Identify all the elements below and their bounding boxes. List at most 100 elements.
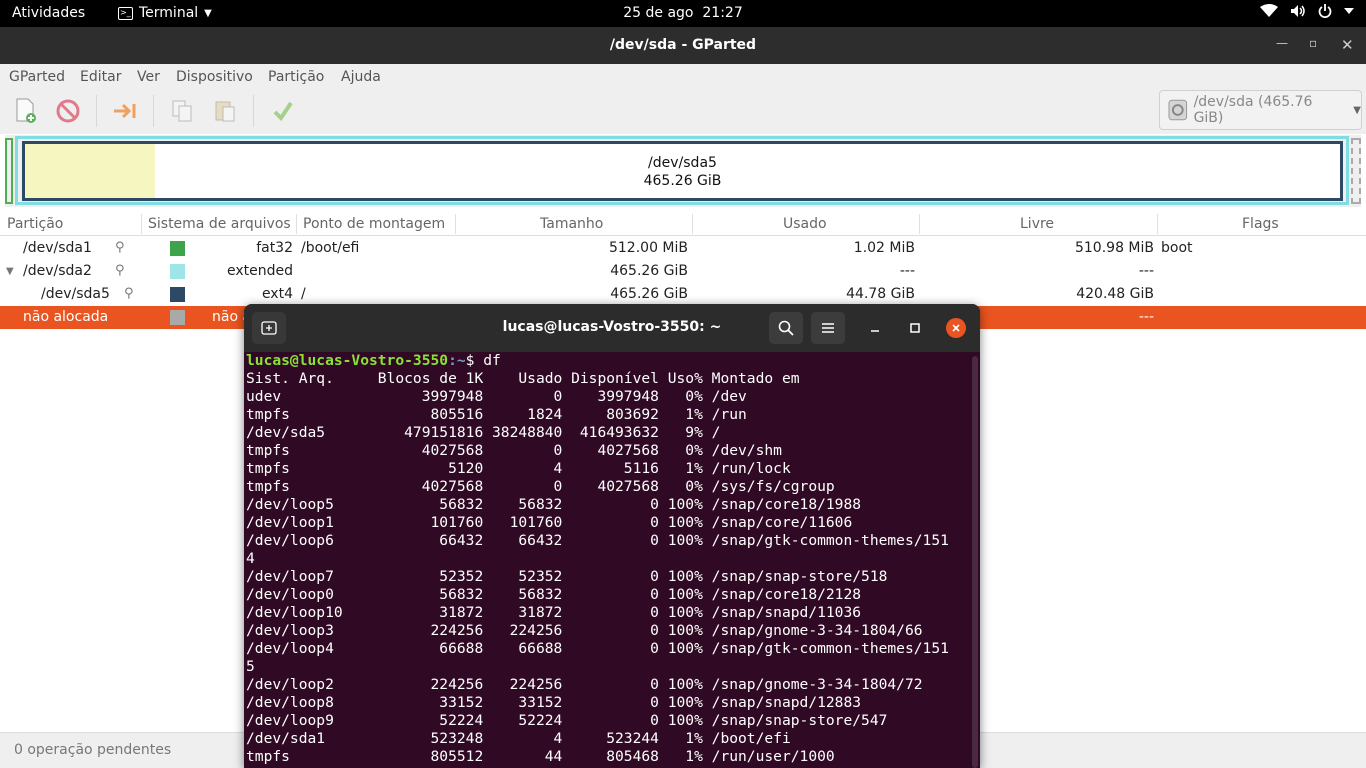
menu-gparted[interactable]: GParted [9, 69, 65, 85]
menu-help[interactable]: Ajuda [341, 69, 381, 85]
window-title: /dev/sda - GParted [609, 37, 757, 53]
apply-button[interactable] [269, 97, 297, 125]
volume-icon [1291, 5, 1305, 17]
delete-button[interactable] [54, 97, 82, 125]
diskmap-partition-size: 465.26 GiB [643, 173, 722, 189]
hamburger-icon [822, 323, 834, 333]
terminal-line: tmpfs 5120 4 5116 1% /run/lock [246, 460, 791, 477]
free: --- [1138, 263, 1154, 279]
wifi-icon [1260, 4, 1278, 17]
column-header[interactable]: Tamanho [540, 216, 603, 232]
toolbar-separator [96, 95, 97, 127]
copy-button[interactable] [168, 97, 196, 125]
free: 510.98 MiB [1074, 240, 1154, 256]
device-selector[interactable]: /dev/sda (465.76 GiB) ▼ [1159, 90, 1362, 130]
terminal-titlebar[interactable]: lucas@lucas-Vostro-3550: ~ [244, 304, 980, 352]
close-button[interactable]: ✕ [1341, 36, 1354, 54]
column-separator [141, 214, 142, 234]
terminal-line: tmpfs 4027568 0 4027568 0% /sys/fs/cgrou… [246, 478, 835, 495]
terminal-line: tmpfs 4027568 0 4027568 0% /dev/shm [246, 442, 782, 459]
pending-operations-label: 0 operação pendentes [14, 742, 172, 758]
disk-map[interactable]: /dev/sda5 465.26 GiB [5, 135, 1361, 207]
maximize-button[interactable]: ▫ [1309, 36, 1317, 50]
toolbar-separator [253, 95, 254, 127]
table-row[interactable]: /dev/sda1 ⚲ fat32 /boot/efi 512.00 MiB 1… [0, 237, 1366, 260]
new-partition-icon [16, 98, 36, 123]
column-separator [296, 214, 297, 234]
gparted-titlebar: /dev/sda - GParted — ▫ ✕ [0, 27, 1366, 64]
diskmap-label: /dev/sda5 465.26 GiB [25, 154, 1340, 190]
column-header[interactable]: Sistema de arquivos [148, 216, 291, 232]
paste-button[interactable] [211, 97, 239, 125]
partition-name: /dev/sda1 [23, 240, 92, 256]
column-header[interactable]: Flags [1242, 216, 1279, 232]
terminal-line: /dev/loop3 224256 224256 0 100% /snap/gn… [246, 622, 923, 639]
close-button[interactable] [946, 318, 966, 338]
column-separator [455, 214, 456, 234]
used: 44.78 GiB [846, 286, 915, 302]
menu-edit[interactable]: Editar [80, 69, 121, 85]
table-header: Partição Sistema de arquivos Ponto de mo… [0, 212, 1366, 236]
terminal-line: /dev/loop2 224256 224256 0 100% /snap/gn… [246, 676, 923, 693]
terminal-line: Sist. Arq. Blocos de 1K Usado Disponível… [246, 370, 800, 387]
menu-device[interactable]: Dispositivo [176, 69, 253, 85]
size: 512.00 MiB [608, 240, 688, 256]
partition-name: /dev/sda5 [41, 286, 110, 302]
prompt-user: lucas@lucas-Vostro-3550 [246, 352, 449, 369]
time-label: 21:27 [702, 5, 743, 21]
terminal-line: /dev/loop7 52352 52352 0 100% /snap/snap… [246, 568, 888, 585]
column-header[interactable]: Ponto de montagem [303, 216, 445, 232]
mount-point: / [301, 286, 306, 302]
minimize-icon [871, 330, 879, 332]
terminal-icon: >_ [118, 6, 133, 20]
free: --- [1138, 309, 1154, 325]
fs-color-swatch [170, 310, 185, 325]
menu-partition[interactable]: Partição [268, 69, 324, 85]
fs-color-swatch [170, 287, 185, 302]
terminal-line: /dev/loop10 31872 31872 0 100% /snap/sna… [246, 604, 862, 621]
column-separator [1157, 214, 1158, 234]
new-partition-button[interactable] [12, 97, 40, 125]
column-header[interactable]: Usado [783, 216, 827, 232]
terminal-line: 5 [246, 658, 255, 675]
minimize-button[interactable] [865, 318, 885, 338]
terminal-output[interactable]: lucas@lucas-Vostro-3550:~$ df Sist. Arq. … [246, 352, 970, 766]
paste-icon [215, 101, 235, 122]
key-icon: ⚲ [124, 286, 134, 301]
minimize-button[interactable]: — [1276, 36, 1288, 50]
terminal-scrollbar[interactable] [972, 356, 978, 768]
size: 465.26 GiB [610, 286, 688, 302]
system-tray[interactable] [1260, 4, 1354, 18]
top-bar: Atividades >_ Terminal ▼ 25 de ago 21:27 [0, 0, 1366, 27]
disk-icon [1168, 99, 1188, 121]
filesystem: ext4 [261, 286, 293, 302]
maximize-button[interactable] [905, 318, 925, 338]
free: 420.48 GiB [1076, 286, 1154, 302]
activities-button[interactable]: Atividades [12, 5, 85, 21]
prompt-line: lucas@lucas-Vostro-3550:~$ df [246, 352, 970, 370]
resize-move-button[interactable] [111, 97, 139, 125]
search-button[interactable] [769, 312, 803, 344]
diskmap-unallocated[interactable] [1351, 138, 1361, 204]
table-row[interactable]: ▼ /dev/sda2 ⚲ extended 465.26 GiB --- --… [0, 260, 1366, 283]
terminal-window[interactable]: lucas@lucas-Vostro-3550: ~ lucas@lucas-V… [244, 304, 980, 768]
toolbar-separator [153, 95, 154, 127]
chevron-down-icon [1344, 8, 1354, 14]
menu-view[interactable]: Ver [137, 69, 160, 85]
chevron-down-icon: ▼ [1353, 104, 1361, 116]
delete-icon [56, 99, 80, 123]
column-header[interactable]: Partição [7, 216, 63, 232]
terminal-line: /dev/loop1 101760 101760 0 100% /snap/co… [246, 514, 853, 531]
date-label: 25 de ago [623, 5, 694, 21]
fs-color-swatch [170, 241, 185, 256]
table-row[interactable]: /dev/sda5 ⚲ ext4 / 465.26 GiB 44.78 GiB … [0, 283, 1366, 306]
app-menu-button[interactable]: >_ Terminal ▼ [118, 5, 212, 21]
diskmap-sda5[interactable]: /dev/sda5 465.26 GiB [22, 141, 1343, 201]
diskmap-sda1[interactable] [5, 138, 13, 204]
menu-button[interactable] [811, 312, 845, 344]
expander-chevron-icon[interactable]: ▼ [6, 266, 14, 277]
terminal-line: 4 [246, 550, 255, 567]
terminal-line: /dev/loop5 56832 56832 0 100% /snap/core… [246, 496, 862, 513]
column-header[interactable]: Livre [1020, 216, 1054, 232]
diskmap-partition-name: /dev/sda5 [648, 155, 717, 171]
